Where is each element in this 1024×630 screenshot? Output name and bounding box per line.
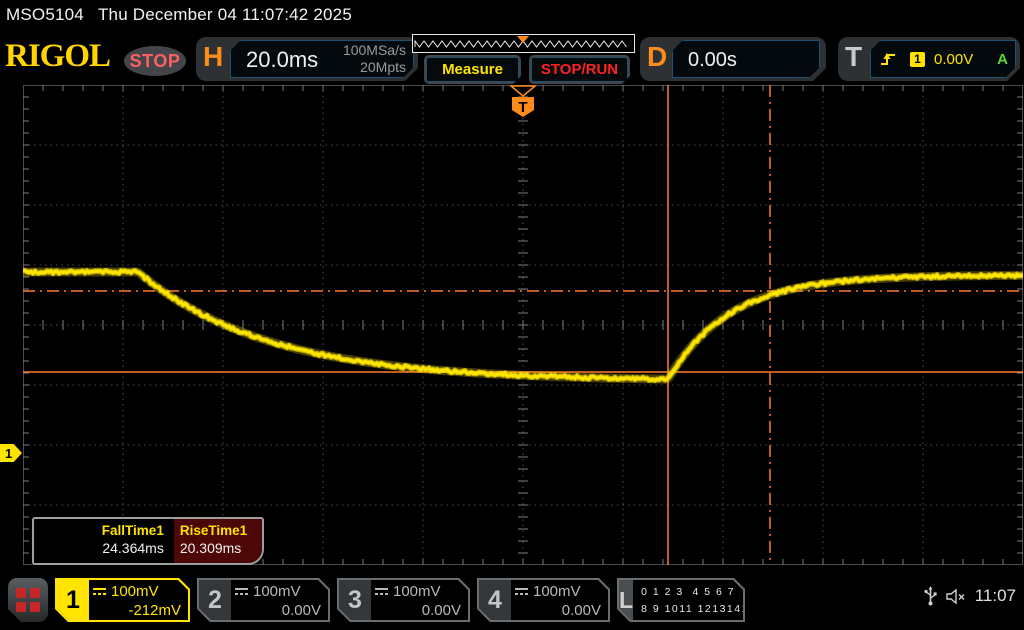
dc-coupling-icon — [92, 587, 107, 596]
trigger-source-badge: 1 — [910, 52, 925, 67]
overview-zigzag-icon — [413, 35, 632, 50]
logic-label: L — [619, 580, 633, 620]
logic-row-0-7: 0 1 2 3 4 5 6 7 — [641, 584, 756, 601]
channel2-number: 2 — [199, 580, 231, 620]
horizontal-label: H — [203, 41, 223, 73]
horizontal-inner-box: 20.0ms 100MSa/s 20Mpts — [230, 40, 414, 78]
channel3-scale: 100mV — [393, 582, 441, 601]
channel3-offset: 0.00V — [374, 601, 461, 620]
measurement-name: FallTime1 — [34, 522, 164, 539]
acquisition-info: 100MSa/s 20Mpts — [343, 42, 406, 76]
trigger-level-value: 0.00V — [934, 51, 997, 68]
menu-button[interactable] — [8, 578, 48, 622]
usb-icon — [924, 586, 937, 606]
logic-row-8-15: 8 9 1011 12131415 — [641, 601, 756, 618]
menu-grid-icon — [16, 588, 40, 612]
delay-label: D — [647, 41, 667, 73]
svg-text:T: T — [518, 99, 527, 116]
channel1-number: 1 — [57, 580, 89, 620]
trigger-settings-box[interactable]: T 1 0.00V A — [838, 37, 1020, 81]
channel1-scale: 100mV — [111, 582, 159, 601]
trigger-mode: A — [997, 51, 1008, 68]
channel2-scale: 100mV — [253, 582, 301, 601]
memory-depth: 20Mpts — [343, 59, 406, 76]
dc-coupling-icon — [374, 587, 389, 596]
measurement-name: RiseTime1 — [180, 522, 262, 539]
waveform-display-area[interactable]: T — [23, 85, 1023, 565]
measurement-value: 20.309ms — [180, 539, 262, 557]
delay-settings-box[interactable]: D 0.00s — [640, 37, 826, 81]
scope-plot: T — [23, 85, 1023, 565]
datetime: Thu December 04 11:07:42 2025 — [98, 5, 352, 24]
channel4-number: 4 — [479, 580, 511, 620]
channel4-offset: 0.00V — [514, 601, 601, 620]
timebase-value: 20.0ms — [246, 47, 318, 73]
status-bar: 11:07 — [924, 586, 1016, 606]
waveform-overview-strip[interactable] — [412, 34, 635, 53]
channel1-ground-marker[interactable]: 1 — [0, 444, 22, 462]
logic-channels-box[interactable]: L 0 1 2 3 4 5 6 7 8 9 1011 12131415 — [617, 578, 745, 622]
speaker-muted-icon[interactable] — [945, 588, 967, 605]
channel2-offset: 0.00V — [234, 601, 321, 620]
channel3-box[interactable]: 3 100mV 0.00V — [337, 578, 470, 622]
dc-coupling-icon — [234, 587, 249, 596]
rigol-logo: RIGOL — [5, 38, 110, 75]
channel1-box[interactable]: 1 100mV -212mV — [55, 578, 190, 622]
measurement-value: 24.364ms — [34, 539, 164, 557]
trigger-slope-icon — [880, 51, 897, 67]
measurement-panel[interactable]: FallTime1 24.364ms RiseTime1 20.309ms — [32, 517, 264, 565]
trigger-inner-box: 1 0.00V A — [870, 40, 1016, 78]
horizontal-settings-box[interactable]: H 20.0ms 100MSa/s 20Mpts — [196, 37, 418, 81]
channel4-scale: 100mV — [533, 582, 581, 601]
channel4-box[interactable]: 4 100mV 0.00V — [477, 578, 610, 622]
oscilloscope-screen: MSO5104 Thu December 04 11:07:42 2025 RIG… — [0, 0, 1024, 630]
model-name: MSO5104 — [6, 5, 84, 24]
measurement-risetime[interactable]: RiseTime1 20.309ms — [174, 519, 262, 563]
delay-value: 0.00s — [688, 49, 737, 72]
measure-button[interactable]: Measure — [424, 55, 521, 84]
titlebar: MSO5104 Thu December 04 11:07:42 2025 — [6, 5, 352, 25]
channel2-box[interactable]: 2 100mV 0.00V — [197, 578, 330, 622]
dc-coupling-icon — [514, 587, 529, 596]
channel1-offset: -212mV — [92, 601, 181, 620]
channel3-number: 3 — [339, 580, 371, 620]
delay-inner-box: 0.00s — [672, 40, 820, 78]
sample-rate: 100MSa/s — [343, 42, 406, 59]
trigger-label: T — [845, 41, 862, 73]
measurement-falltime[interactable]: FallTime1 24.364ms — [34, 519, 174, 563]
run-state-badge: STOP — [124, 46, 186, 76]
stop-run-button[interactable]: STOP/RUN — [529, 55, 630, 84]
clock: 11:07 — [975, 586, 1016, 606]
